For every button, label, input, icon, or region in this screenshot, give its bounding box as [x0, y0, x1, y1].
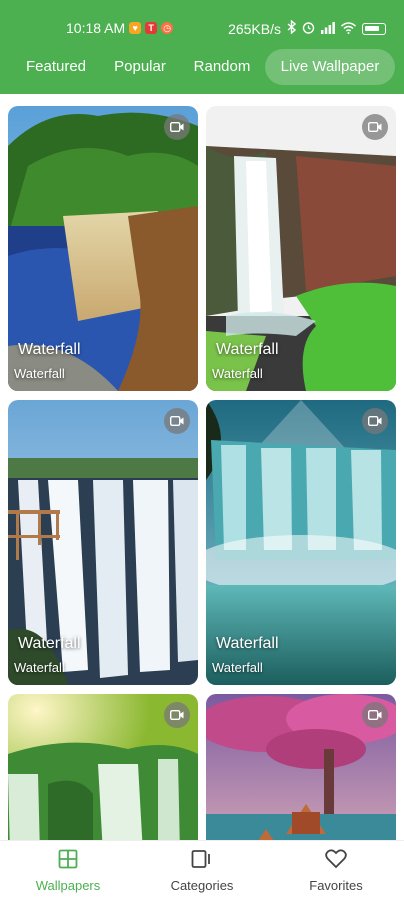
status-time: 10:18 AM: [66, 20, 126, 36]
categories-icon: [191, 850, 213, 873]
wallpaper-card[interactable]: [8, 694, 198, 840]
card-title: Waterfall: [18, 635, 81, 652]
tab-featured[interactable]: Featured: [14, 49, 98, 85]
nav-wallpapers[interactable]: Wallpapers: [8, 849, 128, 893]
heart-icon: [325, 849, 347, 873]
card-subtitle: Waterfall: [212, 366, 263, 381]
card-subtitle: Waterfall: [14, 366, 65, 381]
video-badge-icon: [362, 702, 388, 728]
wallpaper-card[interactable]: [206, 694, 396, 840]
signal-icon: [321, 21, 335, 37]
wallpaper-card[interactable]: Waterfall Waterfall: [8, 106, 198, 391]
heart-badge-icon: ♥: [129, 22, 142, 34]
card-title: Waterfall: [216, 341, 279, 358]
video-badge-icon: [164, 408, 190, 434]
nav-label: Wallpapers: [35, 878, 101, 893]
alarm-clock-icon: [302, 21, 315, 37]
wifi-icon: [341, 21, 356, 37]
battery-icon: [362, 22, 386, 35]
card-title: Waterfall: [18, 341, 81, 358]
wallpaper-card[interactable]: Waterfall Waterfall: [206, 400, 396, 685]
alarm-badge-icon: ◷: [161, 22, 174, 34]
video-badge-icon: [164, 114, 190, 140]
tab-random[interactable]: Random: [182, 49, 262, 85]
bluetooth-icon: [287, 19, 297, 37]
wallpaper-grid: Waterfall Waterfall Waterfall Waterfall: [0, 94, 404, 840]
status-bar: 10:18 AM ♥ T ◷ 265KB/s: [0, 0, 404, 46]
wallpaper-card[interactable]: Waterfall Waterfall: [206, 106, 396, 391]
grid-icon: [58, 849, 78, 873]
app-header: 10:18 AM ♥ T ◷ 265KB/s Featured Popular …: [0, 0, 404, 94]
t-badge-icon: T: [145, 22, 158, 34]
tab-live-wallpaper[interactable]: Live Wallpaper: [265, 49, 395, 85]
status-left: 10:18 AM ♥ T ◷: [66, 20, 174, 36]
card-subtitle: Waterfall: [14, 660, 65, 675]
nav-label: Categories: [170, 878, 234, 893]
status-right: 265KB/s: [228, 19, 386, 37]
nav-favorites[interactable]: Favorites: [276, 849, 396, 893]
network-speed: 265KB/s: [228, 20, 281, 37]
bottom-nav: Wallpapers Categories Favorites: [0, 840, 404, 900]
card-title: Waterfall: [216, 635, 279, 652]
tab-bar: Featured Popular Random Live Wallpaper: [0, 46, 404, 86]
nav-categories[interactable]: Categories: [142, 849, 262, 893]
nav-label: Favorites: [309, 878, 363, 893]
tab-popular[interactable]: Popular: [104, 49, 176, 85]
video-badge-icon: [362, 114, 388, 140]
video-badge-icon: [362, 408, 388, 434]
card-subtitle: Waterfall: [212, 660, 263, 675]
video-badge-icon: [164, 702, 190, 728]
wallpaper-card[interactable]: Waterfall Waterfall: [8, 400, 198, 685]
